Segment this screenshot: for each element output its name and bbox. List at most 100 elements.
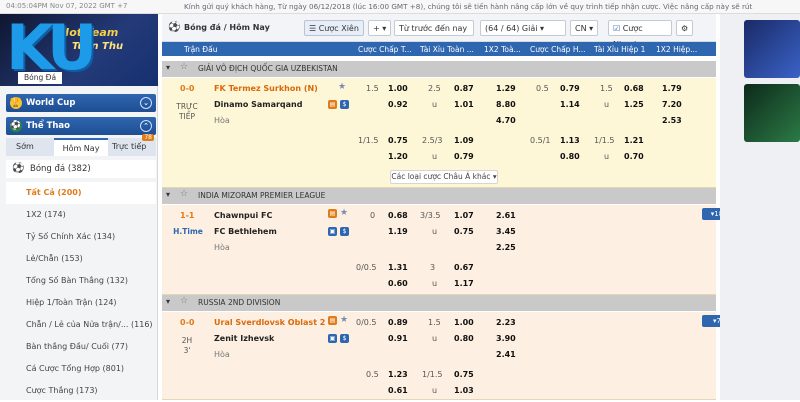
odds-value[interactable]: 0.60	[388, 279, 408, 288]
tab-truc-tiep[interactable]: Trực tiếp	[112, 142, 146, 151]
select-value: CN	[575, 24, 587, 33]
promo-card[interactable]	[744, 84, 800, 142]
odds-value[interactable]: 0.75	[388, 136, 408, 145]
odds-value[interactable]: 1.17	[454, 279, 474, 288]
odds-value[interactable]: 0.70	[624, 152, 644, 161]
odds-value[interactable]: 0.68	[624, 84, 644, 93]
menu-item[interactable]: Chẵn / Lẻ của Nửa trận/... (116)	[6, 314, 156, 336]
live-stream-icon[interactable]: ▣	[328, 227, 337, 236]
sort-select[interactable]: Từ trước đến nay ▾	[394, 20, 474, 49]
collapse-arrow-icon[interactable]: ▾	[166, 63, 170, 72]
odds-value[interactable]: 0.80	[560, 152, 580, 161]
odds-value[interactable]: 1.01	[454, 100, 474, 109]
odds-value[interactable]: 2.23	[496, 318, 516, 327]
cash-icon[interactable]: $	[340, 227, 349, 236]
odds-value[interactable]: 0.75	[454, 370, 474, 379]
collapse-arrow-icon[interactable]: ▾	[166, 297, 170, 306]
stats-icon[interactable]: ▤	[328, 316, 337, 325]
odds-value[interactable]: 1.19	[388, 227, 408, 236]
odds-value[interactable]: 3.90	[496, 334, 516, 343]
odds-value[interactable]: 0.79	[560, 84, 580, 93]
menu-item[interactable]: Tất Cả (200)	[6, 182, 156, 204]
cash-icon[interactable]: $	[340, 334, 349, 343]
more-asian-bets-button[interactable]: Các loại cược Châu Á khác ▾	[390, 170, 498, 184]
cuoc-xien-button[interactable]: ☰ Cược Xiên	[304, 20, 364, 36]
star-icon[interactable]: ☆	[180, 62, 188, 72]
odds-value[interactable]: 1.07	[454, 211, 474, 220]
menu-item[interactable]: Tổng Số Bàn Thắng (132)	[6, 270, 156, 292]
col-over-under: Tài Xỉu Toàn ...	[420, 45, 474, 54]
star-icon[interactable]: ☆	[180, 296, 188, 306]
odds-value[interactable]: 0.61	[388, 386, 408, 395]
language-select[interactable]: CN ▾	[570, 20, 599, 36]
odds-value[interactable]: 1.23	[388, 370, 408, 379]
chevron-up-icon[interactable]: ⌃	[140, 120, 152, 132]
league-header[interactable]: ▾ ☆ RUSSIA 2ND DIVISION	[162, 295, 716, 311]
menu-item[interactable]: Cá Cược Tổng Hợp (801)	[6, 358, 156, 380]
total-line: u	[432, 334, 438, 343]
odds-value[interactable]: 0.79	[454, 152, 474, 161]
odds-value[interactable]: 0.80	[454, 334, 474, 343]
menu-item[interactable]: Tỷ Số Chính Xác (134)	[6, 226, 156, 248]
settings-button[interactable]: ⚙	[676, 20, 694, 36]
chevron-down-icon[interactable]: ⌄	[140, 97, 152, 109]
odds-value[interactable]: 1.79	[662, 84, 682, 93]
section-the-thao[interactable]: ⚽ Thể Thao ⌃	[6, 117, 156, 135]
odds-value[interactable]: 0.91	[388, 334, 408, 343]
menu-item[interactable]: Bàn thắng Đầu/ Cuối (77)	[6, 336, 156, 358]
odds-value[interactable]: 1.29	[496, 84, 516, 93]
section-world-cup[interactable]: 🏆 World Cup ⌄	[6, 94, 156, 112]
odds-value[interactable]: 1.14	[560, 100, 580, 109]
league-count-select[interactable]: (64 / 64) Giải ▾	[480, 20, 566, 36]
away-team: Dinamo Samarqand	[214, 100, 303, 109]
odds-value[interactable]: 0.75	[454, 227, 474, 236]
odds-value[interactable]: 1.21	[624, 136, 644, 145]
odds-value[interactable]: 4.70	[496, 116, 516, 125]
sport-football[interactable]: ⚽ Bóng đá (382)	[6, 160, 156, 178]
menu-item[interactable]: Hiệp 1/Toàn Trận (124)	[6, 292, 156, 314]
odds-value[interactable]: 1.20	[388, 152, 408, 161]
odds-value[interactable]: 7.20	[662, 100, 682, 109]
odds-value[interactable]: 3.45	[496, 227, 516, 236]
odds-value[interactable]: 1.09	[454, 136, 474, 145]
odds-value[interactable]: 0.67	[454, 263, 474, 272]
select-value: Từ trước đến nay	[399, 24, 468, 33]
draw-label: Hòa	[214, 243, 230, 252]
live-stream-icon[interactable]: $	[340, 100, 349, 109]
odds-value[interactable]: 1.00	[454, 318, 474, 327]
add-button[interactable]: + ▾	[368, 20, 392, 36]
quick-bet-toggle[interactable]: ☑ Cược Nhanh	[608, 20, 672, 49]
odds-value[interactable]: 0.92	[388, 100, 408, 109]
league-header[interactable]: ▾ ☆ GIẢI VÔ ĐỊCH QUỐC GIA UZBEKISTAN	[162, 61, 716, 77]
live-stream-icon[interactable]: ▣	[328, 334, 337, 343]
menu-item[interactable]: 1X2 (174)	[6, 204, 156, 226]
league-header[interactable]: ▾ ☆ INDIA MIZORAM PREMIER LEAGUE	[162, 188, 716, 204]
odds-value[interactable]: 1.25	[624, 100, 644, 109]
odds-value[interactable]: 0.68	[388, 211, 408, 220]
odds-value[interactable]: 8.80	[496, 100, 516, 109]
odds-value[interactable]: 2.53	[662, 116, 682, 125]
total-line: 1/1.5	[422, 370, 443, 379]
odds-value[interactable]: 1.13	[560, 136, 580, 145]
odds-value[interactable]: 0.89	[388, 318, 408, 327]
star-icon[interactable]: ★	[338, 82, 346, 92]
star-icon[interactable]: ★	[340, 315, 348, 325]
promo-card[interactable]	[744, 20, 800, 78]
odds-value[interactable]: 1.31	[388, 263, 408, 272]
odds-value[interactable]: 1.03	[454, 386, 474, 395]
stats-icon[interactable]: ▤	[328, 209, 337, 218]
odds-value[interactable]: 0.87	[454, 84, 474, 93]
menu-item[interactable]: Lẻ/Chẵn (153)	[6, 248, 156, 270]
odds-value[interactable]: 2.25	[496, 243, 516, 252]
tab-som[interactable]: Sớm	[16, 142, 34, 151]
odds-value[interactable]: 2.41	[496, 350, 516, 359]
odds-value[interactable]: 1.00	[388, 84, 408, 93]
star-icon[interactable]: ☆	[180, 189, 188, 199]
menu-item[interactable]: Cược Thắng (173)	[6, 380, 156, 402]
odds-value[interactable]: 2.61	[496, 211, 516, 220]
col-over-under-h1: Tài Xỉu Hiệp 1	[594, 45, 646, 54]
stats-icon[interactable]: ▤	[328, 100, 337, 109]
tab-hom-nay[interactable]: Hôm Nay	[54, 138, 108, 156]
collapse-arrow-icon[interactable]: ▾	[166, 190, 170, 199]
star-icon[interactable]: ★	[340, 208, 348, 218]
